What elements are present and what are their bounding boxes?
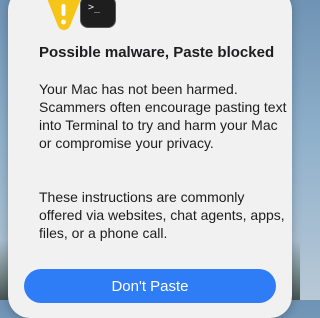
- alert-message: Your Mac has not been harmed. Scammers o…: [39, 81, 287, 151]
- terminal-icon: >_: [80, 0, 116, 28]
- terminal-prompt: >_: [88, 2, 101, 13]
- alert-info: These instructions are commonly offered …: [39, 189, 285, 241]
- alert-icon-group: >_: [36, 0, 116, 30]
- paste-blocked-alert-dialog: >_ Possible malware, Paste blocked Your …: [8, 0, 292, 318]
- alert-title: Possible malware, Paste blocked: [39, 44, 275, 61]
- dont-paste-button[interactable]: Don't Paste: [24, 269, 276, 303]
